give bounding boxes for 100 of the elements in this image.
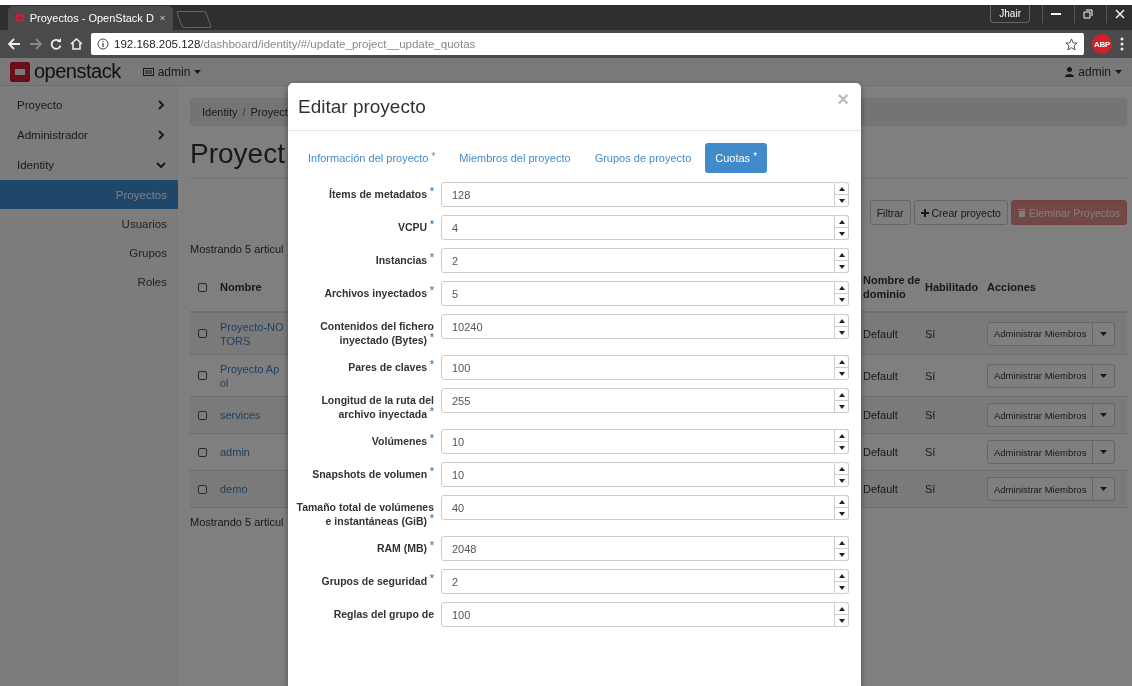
column-header[interactable]: Nombre bbox=[220, 280, 286, 294]
column-header: Acciones bbox=[987, 280, 1037, 294]
sidebar-item[interactable]: Grupos bbox=[0, 238, 178, 267]
table-cell-text: Sí bbox=[925, 369, 937, 382]
increment-button[interactable] bbox=[835, 355, 849, 367]
project-link[interactable]: demo bbox=[220, 482, 286, 496]
project-link[interactable]: admin bbox=[220, 445, 286, 459]
number-field[interactable]: 4 bbox=[441, 215, 835, 240]
increment-button[interactable] bbox=[835, 462, 849, 474]
caret-up-icon bbox=[838, 573, 845, 578]
address-field[interactable]: 192.168.205.128/dashboard/identity/#/update_project__update_quotas bbox=[91, 33, 1084, 55]
increment-button[interactable] bbox=[835, 314, 849, 326]
column-header[interactable]: Habilitado bbox=[925, 280, 987, 294]
decrement-button[interactable] bbox=[835, 326, 849, 339]
checkbox[interactable] bbox=[198, 447, 207, 457]
project-link[interactable]: services bbox=[220, 408, 286, 422]
checkbox[interactable] bbox=[198, 282, 207, 292]
item-count: Mostrando 5 articul bbox=[190, 516, 284, 530]
back-button[interactable] bbox=[8, 38, 21, 50]
increment-button[interactable] bbox=[835, 388, 849, 400]
increment-button[interactable] bbox=[835, 215, 849, 227]
star-icon[interactable] bbox=[1065, 37, 1078, 51]
number-field[interactable]: 2048 bbox=[441, 536, 835, 561]
breadcrumb-link[interactable]: Proyect bbox=[250, 106, 288, 118]
number-field[interactable]: 255 bbox=[441, 388, 835, 413]
dropdown-toggle[interactable] bbox=[1093, 477, 1116, 501]
project-link[interactable]: Proyecto Ap ol bbox=[220, 361, 286, 390]
close-icon[interactable] bbox=[159, 14, 165, 22]
home-button[interactable] bbox=[70, 38, 83, 50]
decrement-button[interactable] bbox=[835, 367, 849, 380]
project-link[interactable]: Proyecto-NO TORS bbox=[220, 319, 286, 348]
dialog-title: Editar proyecto bbox=[298, 95, 426, 118]
decrement-button[interactable] bbox=[835, 507, 849, 520]
manage-members-button[interactable]: Administrar Miembros bbox=[987, 440, 1094, 464]
checkbox[interactable] bbox=[198, 484, 207, 494]
tab[interactable]: Grupos de proyecto bbox=[584, 143, 702, 173]
sidebar-section[interactable]: Administrador bbox=[0, 120, 178, 150]
number-field[interactable]: 100 bbox=[441, 602, 835, 627]
increment-button[interactable] bbox=[835, 495, 849, 507]
decrement-button[interactable] bbox=[835, 260, 849, 273]
forward-button[interactable] bbox=[29, 38, 42, 50]
breadcrumb-link[interactable]: Identity bbox=[202, 106, 238, 118]
increment-button[interactable] bbox=[835, 569, 849, 581]
number-field[interactable]: 10 bbox=[441, 429, 835, 454]
menu-icon[interactable] bbox=[1120, 37, 1124, 51]
manage-members-button[interactable]: Administrar Miembros bbox=[987, 403, 1094, 427]
reload-button[interactable] bbox=[50, 38, 62, 50]
manage-members-button[interactable]: Administrar Miembros bbox=[987, 477, 1094, 501]
increment-button[interactable] bbox=[835, 602, 849, 614]
tab[interactable]: Cuotas * bbox=[705, 143, 768, 173]
dropdown-toggle[interactable] bbox=[1093, 321, 1116, 346]
decrement-button[interactable] bbox=[835, 293, 849, 306]
sidebar-item[interactable]: Usuarios bbox=[0, 209, 178, 238]
tab[interactable]: Miembros del proyecto bbox=[449, 143, 581, 173]
filter-button[interactable]: Filtrar bbox=[869, 200, 911, 225]
dropdown-toggle[interactable] bbox=[1093, 440, 1116, 464]
browser-tab[interactable]: Proyectos - OpenStack D bbox=[8, 6, 173, 30]
increment-button[interactable] bbox=[835, 429, 849, 441]
number-field[interactable]: 5 bbox=[441, 281, 835, 306]
number-field[interactable]: 2 bbox=[441, 569, 835, 594]
table-cell-text: Sí bbox=[925, 483, 937, 495]
decrement-button[interactable] bbox=[835, 548, 849, 561]
table-cell-text: Default bbox=[863, 483, 899, 495]
sidebar-item[interactable]: Roles bbox=[0, 267, 178, 296]
number-field[interactable]: 10 bbox=[441, 462, 835, 487]
sidebar-section[interactable]: Proyecto bbox=[0, 90, 178, 120]
number-field[interactable]: 10240 bbox=[441, 314, 835, 339]
number-field[interactable]: 128 bbox=[441, 182, 835, 207]
decrement-button[interactable] bbox=[835, 474, 849, 487]
manage-members-button[interactable]: Administrar Miembros bbox=[987, 363, 1094, 388]
sidebar-section[interactable]: Identity bbox=[0, 150, 178, 180]
column-header[interactable]: Nombre de dominio bbox=[863, 273, 925, 301]
dropdown-toggle[interactable] bbox=[1093, 363, 1116, 388]
decrement-button[interactable] bbox=[835, 441, 849, 454]
increment-button[interactable] bbox=[835, 281, 849, 293]
project-dropdown[interactable]: admin bbox=[142, 64, 202, 79]
caret-up-icon bbox=[838, 540, 845, 545]
checkbox[interactable] bbox=[198, 329, 207, 338]
sidebar-item[interactable]: Proyectos bbox=[0, 180, 178, 209]
increment-button[interactable] bbox=[835, 182, 849, 194]
checkbox[interactable] bbox=[198, 410, 207, 420]
user-dropdown[interactable]: admin bbox=[1065, 64, 1122, 79]
increment-button[interactable] bbox=[835, 248, 849, 260]
decrement-button[interactable] bbox=[835, 194, 849, 207]
decrement-button[interactable] bbox=[835, 227, 849, 240]
table-cell-text: Default bbox=[863, 446, 899, 458]
manage-members-button[interactable]: Administrar Miembros bbox=[987, 321, 1094, 346]
decrement-button[interactable] bbox=[835, 581, 849, 594]
tab[interactable]: Información del proyecto * bbox=[298, 143, 446, 173]
number-field[interactable]: 40 bbox=[441, 495, 835, 520]
decrement-button[interactable] bbox=[835, 400, 849, 413]
extension-badge[interactable]: ABP bbox=[1092, 34, 1112, 54]
decrement-button[interactable] bbox=[835, 614, 849, 627]
create-button[interactable]: Crear proyecto bbox=[913, 200, 1008, 225]
profile-button[interactable]: Jhair bbox=[990, 5, 1030, 23]
increment-button[interactable] bbox=[835, 536, 849, 548]
number-field[interactable]: 2 bbox=[441, 248, 835, 273]
number-field[interactable]: 100 bbox=[441, 355, 835, 380]
dropdown-toggle[interactable] bbox=[1093, 403, 1116, 427]
checkbox[interactable] bbox=[198, 371, 207, 380]
